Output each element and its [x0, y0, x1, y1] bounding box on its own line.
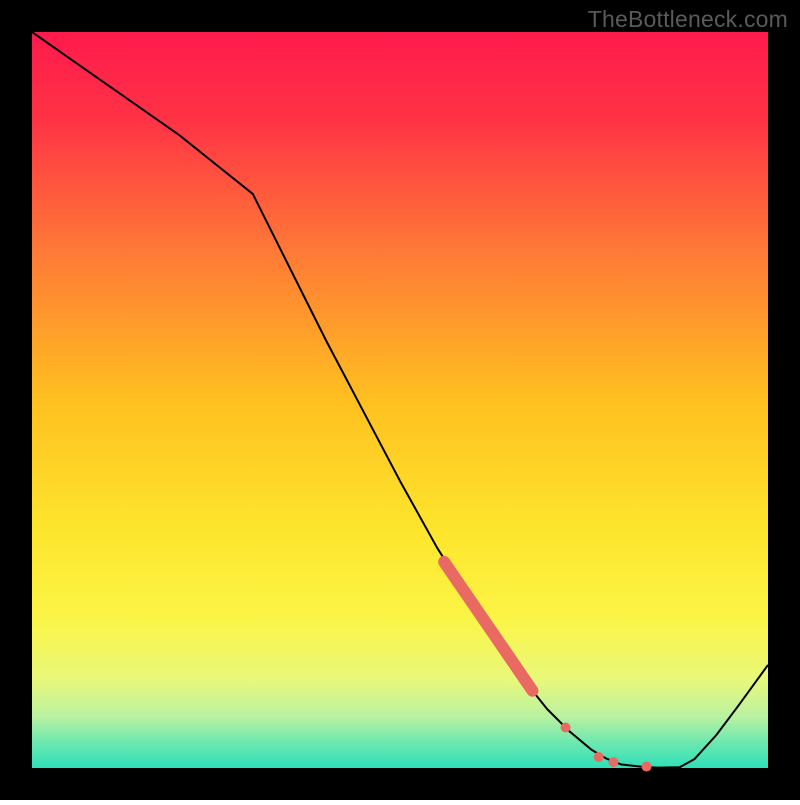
marker-dot-1 [561, 723, 571, 733]
bottleneck-chart [0, 0, 800, 800]
watermark-text: TheBottleneck.com [588, 6, 788, 33]
chart-container: TheBottleneck.com [0, 0, 800, 800]
plot-background [32, 32, 768, 768]
marker-dot-cluster-b [608, 757, 618, 767]
marker-dot-cluster-a [594, 752, 604, 762]
marker-dot-2 [642, 762, 652, 772]
